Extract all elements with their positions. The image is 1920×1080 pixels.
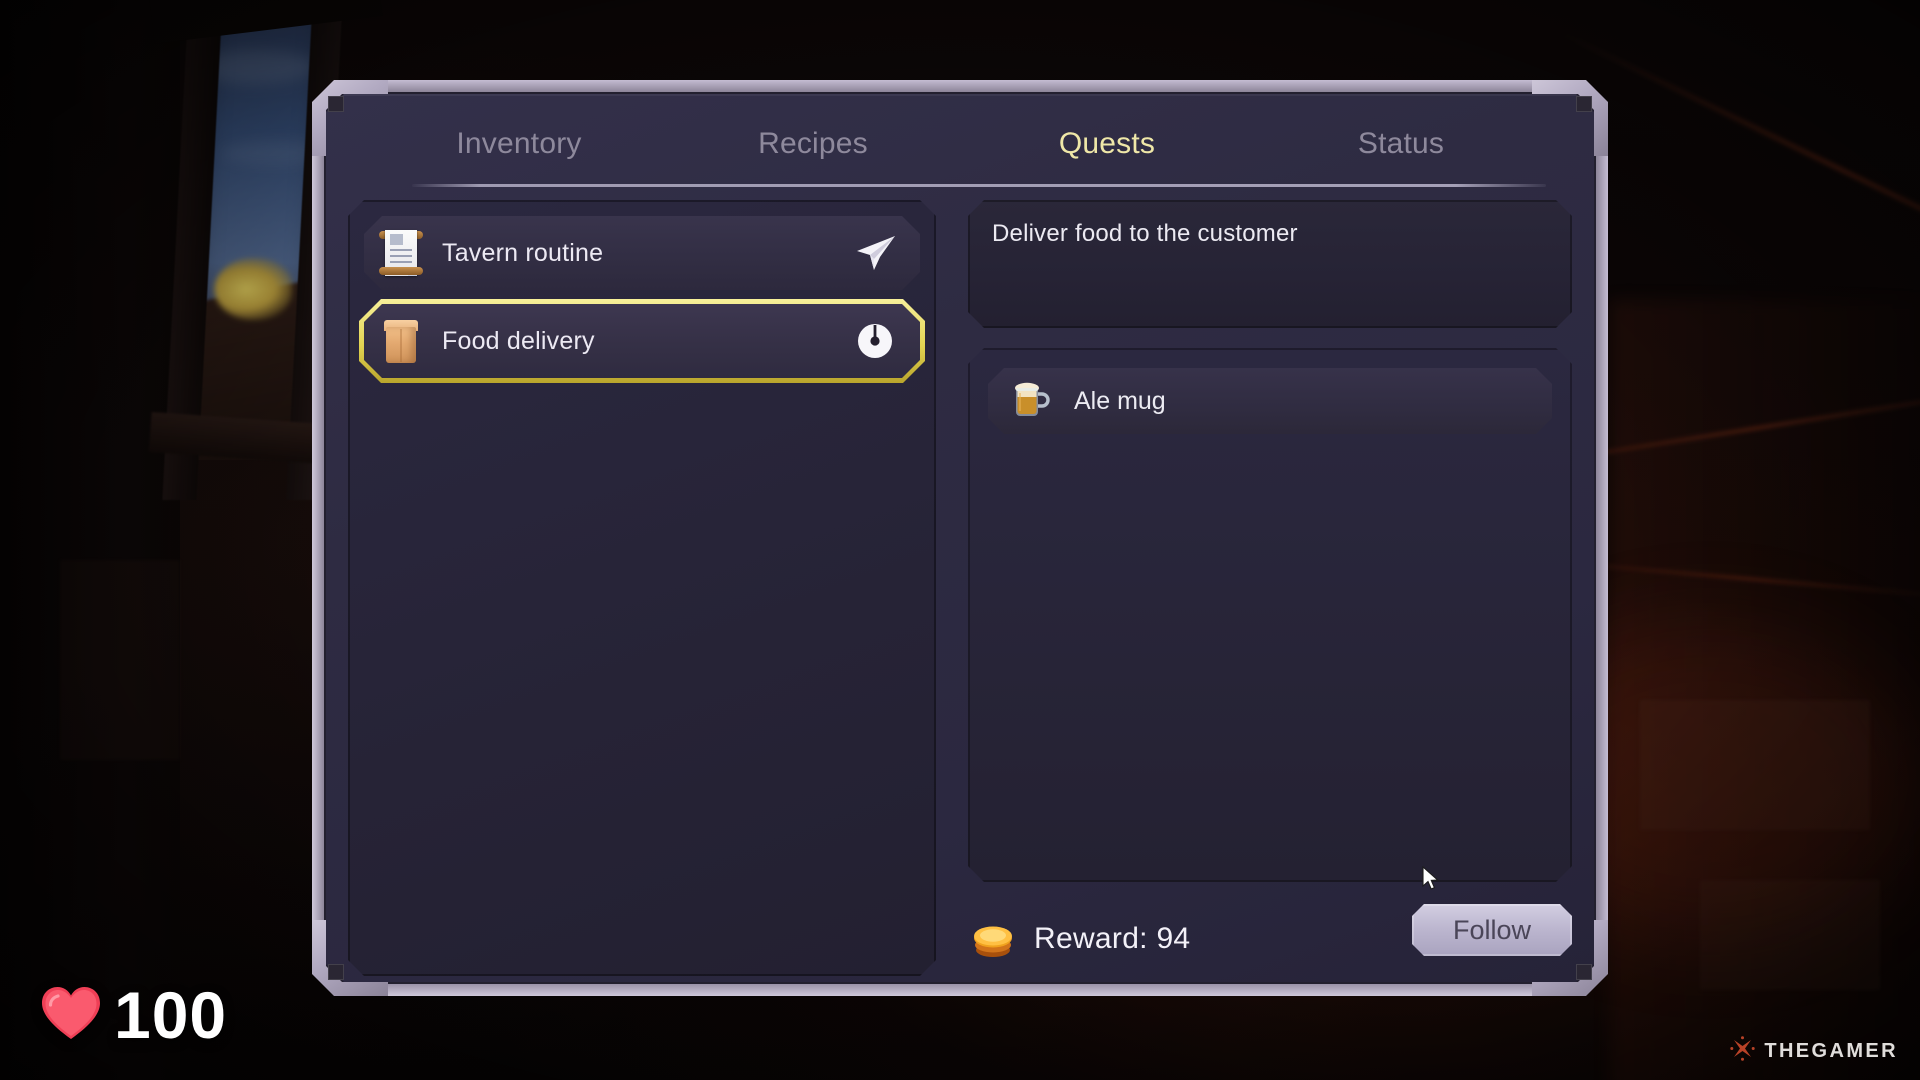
gold-coin-icon (968, 912, 1018, 967)
frame-rail-top (374, 80, 1546, 92)
heart-icon (40, 984, 102, 1047)
mouse-cursor (1422, 865, 1440, 892)
quest-description-box: Deliver food to the customer (968, 200, 1572, 328)
quest-footer: Reward: 94 Follow (968, 902, 1572, 976)
frame-rivet (1576, 964, 1592, 980)
tab-quests[interactable]: Quests (960, 129, 1254, 159)
frame-rail-left (312, 142, 324, 934)
tab-status[interactable]: Status (1254, 129, 1548, 159)
beer-mug-icon (1008, 376, 1054, 427)
objective-item-ale-mug[interactable]: Ale mug (988, 368, 1552, 434)
watermark-text: THEGAMER (1764, 1039, 1898, 1062)
paper-bag-icon (378, 315, 424, 367)
tab-divider (412, 184, 1546, 187)
frame-rivet (328, 96, 344, 112)
health-value: 100 (114, 978, 228, 1052)
scroll-icon (378, 227, 424, 279)
frame-rivet (1576, 96, 1592, 112)
quest-list-item-food-delivery-wrap: Food delivery (364, 304, 920, 378)
quest-list-item-tavern-routine[interactable]: Tavern routine (364, 216, 920, 290)
clock-icon[interactable] (852, 318, 898, 364)
reward-text: Reward: 94 (1034, 922, 1191, 955)
health-hud: 100 (40, 982, 227, 1048)
follow-button[interactable]: Follow (1412, 904, 1572, 956)
background-left-pillar (0, 0, 180, 1080)
thegamer-watermark: THEGAMER (1730, 1036, 1898, 1066)
quest-list-item-food-delivery[interactable]: Food delivery (364, 304, 920, 378)
objective-label: Ale mug (1074, 386, 1166, 415)
quest-list-panel: Tavern routine Food delivery (348, 200, 936, 976)
tab-recipes[interactable]: Recipes (666, 129, 960, 159)
shelf (60, 560, 180, 760)
frame-rivet (328, 964, 344, 980)
quest-journal-window: Inventory Recipes Quests Status Tavern r… (312, 80, 1608, 996)
tab-bar: Inventory Recipes Quests Status (372, 106, 1548, 182)
quest-item-label: Tavern routine (442, 238, 604, 267)
frame-rail-right (1596, 142, 1608, 934)
tree (212, 258, 295, 320)
tab-inventory[interactable]: Inventory (372, 129, 666, 159)
panel-content: Tavern routine Food delivery Deliver foo… (348, 200, 1572, 976)
quest-objectives-box: Ale mug (968, 348, 1572, 882)
frame-rail-bottom (374, 984, 1546, 996)
quest-item-label: Food delivery (442, 326, 595, 355)
quest-description-text: Deliver food to the customer (992, 220, 1298, 247)
thegamer-logo-icon (1730, 1036, 1756, 1066)
paper-plane-icon[interactable] (852, 230, 898, 276)
quest-detail-column: Deliver food to the customer Ale mug Rew… (968, 200, 1572, 976)
